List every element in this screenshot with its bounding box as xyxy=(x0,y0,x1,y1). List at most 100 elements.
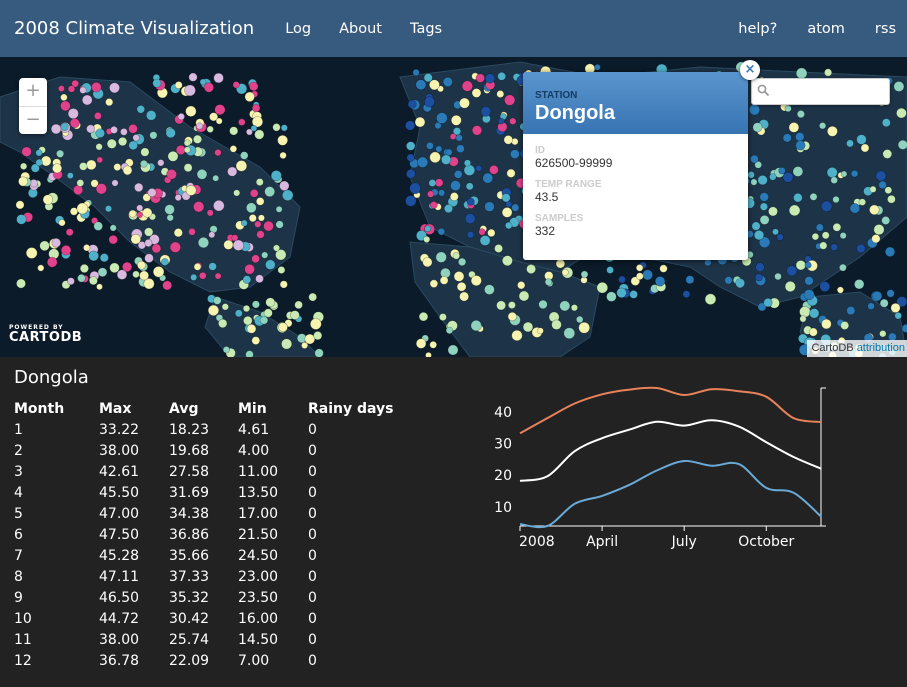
station-dot[interactable] xyxy=(132,134,140,142)
station-dot[interactable] xyxy=(166,214,174,222)
station-dot[interactable] xyxy=(65,228,74,237)
station-dot[interactable] xyxy=(507,301,516,309)
station-dot[interactable] xyxy=(438,189,446,197)
station-dot[interactable] xyxy=(824,68,833,77)
station-dot[interactable] xyxy=(871,234,881,244)
station-dot[interactable] xyxy=(596,282,608,294)
station-dot[interactable] xyxy=(109,262,120,274)
station-dot[interactable] xyxy=(405,195,417,207)
station-dot[interactable] xyxy=(759,214,770,225)
station-dot[interactable] xyxy=(506,168,516,178)
station-dot[interactable] xyxy=(95,128,105,138)
station-dot[interactable] xyxy=(750,178,758,186)
station-dot[interactable] xyxy=(174,194,182,202)
station-dot[interactable] xyxy=(240,151,249,160)
station-dot[interactable] xyxy=(466,197,475,206)
station-dot[interactable] xyxy=(555,258,566,269)
station-dot[interactable] xyxy=(763,298,773,308)
station-dot[interactable] xyxy=(635,272,644,280)
station-dot[interactable] xyxy=(185,105,197,117)
station-dot[interactable] xyxy=(290,310,300,320)
station-dot[interactable] xyxy=(263,220,274,232)
station-dot[interactable] xyxy=(425,141,434,150)
station-dot[interactable] xyxy=(501,193,511,203)
station-dot[interactable] xyxy=(795,140,806,151)
map[interactable]: + − STATION Dongola ID 626500-99999 TEMP… xyxy=(0,57,907,357)
station-dot[interactable] xyxy=(429,151,441,164)
station-dot[interactable] xyxy=(778,166,786,175)
station-dot[interactable] xyxy=(280,124,288,132)
station-dot[interactable] xyxy=(886,289,895,298)
station-dot[interactable] xyxy=(208,231,216,239)
station-dot[interactable] xyxy=(893,81,905,92)
station-dot[interactable] xyxy=(882,149,893,159)
station-dot[interactable] xyxy=(193,263,202,271)
station-dot[interactable] xyxy=(445,148,453,156)
station-dot[interactable] xyxy=(199,78,207,86)
station-dot[interactable] xyxy=(497,117,505,125)
station-dot[interactable] xyxy=(184,84,196,97)
station-dot[interactable] xyxy=(197,237,210,249)
station-dot[interactable] xyxy=(151,243,162,254)
station-dot[interactable] xyxy=(105,205,113,213)
station-dot[interactable] xyxy=(60,93,68,102)
station-dot[interactable] xyxy=(121,261,133,272)
station-dot[interactable] xyxy=(724,276,733,285)
station-dot[interactable] xyxy=(466,231,475,239)
station-dot[interactable] xyxy=(278,322,288,333)
station-dot[interactable] xyxy=(872,291,883,302)
station-dot[interactable] xyxy=(875,170,887,182)
station-dot[interactable] xyxy=(450,180,461,192)
station-dot[interactable] xyxy=(881,118,891,128)
station-dot[interactable] xyxy=(463,164,476,176)
station-dot[interactable] xyxy=(757,174,768,186)
station-dot[interactable] xyxy=(69,118,80,129)
station-dot[interactable] xyxy=(86,159,97,171)
station-dot[interactable] xyxy=(235,160,248,172)
attribution-link[interactable]: attribution xyxy=(857,342,905,354)
station-dot[interactable] xyxy=(616,287,627,299)
station-dot[interactable] xyxy=(134,182,144,192)
station-dot[interactable] xyxy=(207,304,220,316)
station-dot[interactable] xyxy=(414,116,426,128)
station-dot[interactable] xyxy=(196,122,204,130)
station-dot[interactable] xyxy=(436,112,448,124)
station-dot[interactable] xyxy=(157,159,165,167)
station-dot[interactable] xyxy=(453,271,465,282)
station-dot[interactable] xyxy=(518,290,530,302)
station-dot[interactable] xyxy=(435,251,447,263)
station-dot[interactable] xyxy=(144,253,154,263)
station-dot[interactable] xyxy=(459,291,469,302)
station-dot[interactable] xyxy=(447,344,459,356)
station-dot[interactable] xyxy=(177,112,185,121)
station-dot[interactable] xyxy=(551,319,562,330)
station-dot[interactable] xyxy=(86,124,95,134)
station-dot[interactable] xyxy=(580,270,589,279)
station-dot[interactable] xyxy=(113,163,122,171)
station-dot[interactable] xyxy=(799,315,807,323)
station-dot[interactable] xyxy=(97,267,108,277)
station-dot[interactable] xyxy=(406,153,415,162)
station-dot[interactable] xyxy=(438,313,447,321)
station-dot[interactable] xyxy=(183,163,193,173)
station-dot[interactable] xyxy=(105,98,114,107)
station-dot[interactable] xyxy=(277,134,288,146)
station-dot[interactable] xyxy=(51,238,62,248)
station-dot[interactable] xyxy=(606,291,617,302)
station-dot[interactable] xyxy=(887,194,896,204)
station-dot[interactable] xyxy=(685,275,695,285)
station-dot[interactable] xyxy=(167,150,179,162)
station-dot[interactable] xyxy=(244,91,255,102)
station-dot[interactable] xyxy=(35,149,43,157)
station-dot[interactable] xyxy=(60,100,71,112)
station-dot[interactable] xyxy=(423,235,431,243)
station-dot[interactable] xyxy=(240,219,248,227)
station-dot[interactable] xyxy=(244,263,255,275)
station-dot[interactable] xyxy=(772,228,779,236)
station-dot[interactable] xyxy=(275,205,283,213)
station-dot[interactable] xyxy=(265,297,276,308)
station-dot[interactable] xyxy=(58,219,66,227)
station-dot[interactable] xyxy=(146,110,157,121)
station-dot[interactable] xyxy=(223,239,234,250)
station-dot[interactable] xyxy=(496,300,506,311)
